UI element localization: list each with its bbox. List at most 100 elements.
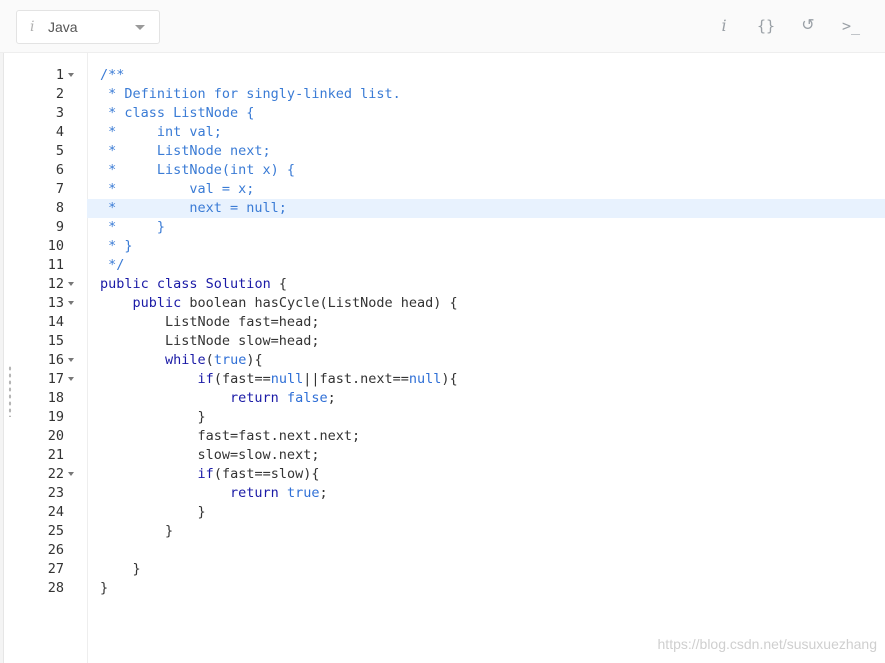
info-icon[interactable]: i	[713, 14, 735, 38]
code-line[interactable]: 16 while(true){	[16, 351, 885, 370]
watermark: https://blog.csdn.net/susuxuezhang	[657, 636, 877, 652]
fold-toggle-icon[interactable]	[68, 358, 74, 362]
line-number: 22	[47, 466, 64, 482]
code-line[interactable]: 1 /**	[16, 66, 885, 85]
line-number: 14	[47, 314, 64, 330]
code-line[interactable]: 27 }	[16, 560, 885, 579]
code-token: }	[100, 409, 206, 425]
editor-toolbar: i Java i {} ↺ >_	[0, 0, 885, 53]
code-token: return	[230, 390, 287, 406]
code-line[interactable]: 8 * next = null;	[16, 199, 885, 218]
line-number: 18	[47, 390, 64, 406]
code-token: }	[100, 561, 141, 577]
code-line[interactable]: 24 }	[16, 503, 885, 522]
fold-toggle-icon[interactable]	[68, 73, 74, 77]
line-number: 23	[47, 485, 64, 501]
resize-handle-icon[interactable]	[8, 365, 12, 417]
code-line[interactable]: 13 public boolean hasCycle(ListNode head…	[16, 294, 885, 313]
line-number: 1	[55, 67, 64, 83]
code-line[interactable]: 14 ListNode fast=head;	[16, 313, 885, 332]
code-line[interactable]: 22 if(fast==slow){	[16, 465, 885, 484]
code-token: }	[100, 580, 109, 596]
code-line[interactable]: 7 * val = x;	[16, 180, 885, 199]
code-text: ListNode fast=head;	[100, 313, 319, 332]
code-text: * Definition for singly-linked list.	[100, 85, 401, 104]
code-token: ){	[246, 352, 263, 368]
code-line[interactable]: 25 }	[16, 522, 885, 541]
code-text: slow=slow.next;	[100, 446, 320, 465]
line-number: 9	[55, 219, 64, 235]
code-token: boolean hasCycle(ListNode head) {	[189, 295, 458, 311]
code-token: {	[270, 276, 287, 292]
code-token: }	[100, 504, 206, 520]
code-token: while	[165, 352, 206, 368]
code-text: return true;	[100, 484, 328, 503]
code-token: ){	[441, 371, 458, 387]
language-label: Java	[48, 19, 78, 35]
code-line[interactable]: 23 return true;	[16, 484, 885, 503]
code-line[interactable]: 5 * ListNode next;	[16, 142, 885, 161]
code-token: ListNode slow=head;	[100, 333, 320, 349]
code-token: ;	[319, 485, 328, 501]
fold-toggle-icon[interactable]	[68, 472, 74, 476]
info-icon: i	[30, 19, 35, 35]
code-line[interactable]: 19 }	[16, 408, 885, 427]
fold-toggle-icon[interactable]	[68, 282, 74, 286]
code-token: ||fast.next==	[303, 371, 409, 387]
code-token: * class ListNode {	[100, 105, 255, 121]
code-line[interactable]: 15 ListNode slow=head;	[16, 332, 885, 351]
format-icon[interactable]: {}	[755, 14, 777, 38]
code-text: * ListNode next;	[100, 142, 271, 161]
line-number: 16	[47, 352, 64, 368]
code-text: */	[100, 256, 124, 275]
line-number: 21	[47, 447, 64, 463]
fold-toggle-icon[interactable]	[68, 377, 74, 381]
code-token: slow=slow.next;	[100, 447, 320, 463]
code-line[interactable]: 17 if(fast==null||fast.next==null){	[16, 370, 885, 389]
code-line[interactable]: 3 * class ListNode {	[16, 104, 885, 123]
code-line[interactable]: 26	[16, 541, 885, 560]
reset-icon[interactable]: ↺	[797, 14, 819, 38]
code-line[interactable]: 18 return false;	[16, 389, 885, 408]
code-line[interactable]: 20 fast=fast.next.next;	[16, 427, 885, 446]
code-token: null	[408, 371, 442, 387]
code-line[interactable]: 2 * Definition for singly-linked list.	[16, 85, 885, 104]
code-text: * ListNode(int x) {	[100, 161, 295, 180]
code-line[interactable]: 10 * }	[16, 237, 885, 256]
line-number: 2	[55, 86, 64, 102]
code-token: null	[270, 371, 304, 387]
code-text: * int val;	[100, 123, 222, 142]
code-text: * }	[100, 218, 165, 237]
fold-toggle-icon[interactable]	[68, 301, 74, 305]
code-line[interactable]: 21 slow=slow.next;	[16, 446, 885, 465]
code-line[interactable]: 6 * ListNode(int x) {	[16, 161, 885, 180]
line-number: 4	[55, 124, 64, 140]
code-text: while(true){	[100, 351, 263, 370]
code-token: Solution	[205, 276, 271, 292]
line-number: 19	[47, 409, 64, 425]
code-token: * ListNode next;	[100, 143, 271, 159]
code-line[interactable]: 9 * }	[16, 218, 885, 237]
code-token: fast=fast.next.next;	[100, 428, 361, 444]
code-token: }	[100, 523, 174, 539]
code-token: (fast==	[213, 371, 271, 387]
code-text: }	[100, 579, 108, 598]
code-text: * val = x;	[100, 180, 254, 199]
code-line[interactable]: 12 public class Solution {	[16, 275, 885, 294]
code-text: public class Solution {	[100, 275, 287, 294]
code-token: ListNode fast=head;	[100, 314, 320, 330]
console-icon[interactable]: >_	[840, 14, 862, 38]
language-select[interactable]: i Java	[16, 10, 160, 44]
code-text: fast=fast.next.next;	[100, 427, 361, 446]
line-number: 3	[55, 105, 64, 121]
code-editor[interactable]: 1 /** 2 * Definition for singly-linked lis…	[16, 53, 885, 663]
code-line[interactable]: 28}	[16, 579, 885, 598]
line-number: 11	[47, 257, 64, 273]
code-line[interactable]: 11 */	[16, 256, 885, 275]
code-line[interactable]: 4 * int val;	[16, 123, 885, 142]
code-token: * next = null;	[100, 200, 287, 216]
